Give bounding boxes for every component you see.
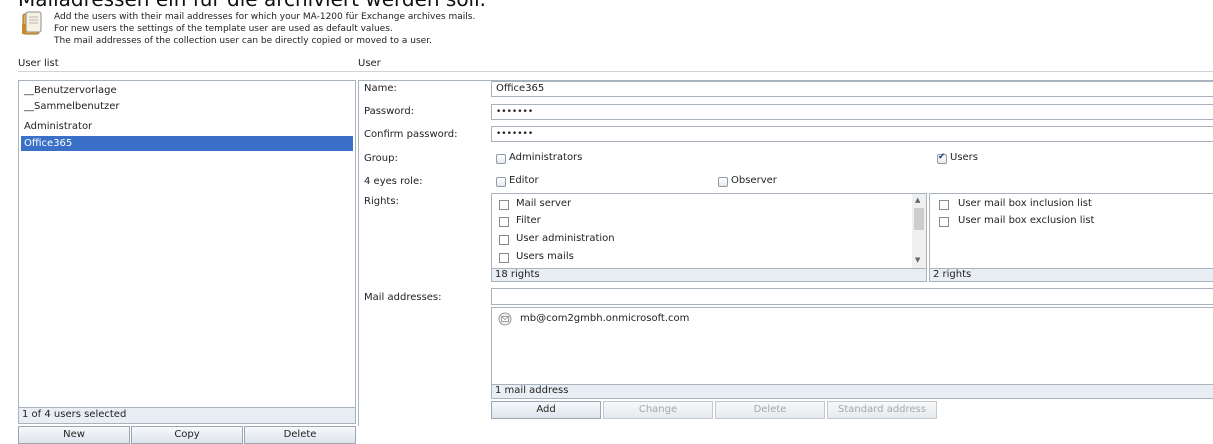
notebook-icon: [20, 10, 44, 36]
mail-server-checkbox[interactable]: [499, 200, 509, 210]
section-divider: [18, 71, 1213, 72]
users-checkbox[interactable]: [937, 152, 947, 164]
filter-label: Filter: [516, 215, 541, 226]
envelope-icon: [498, 312, 512, 326]
inclusion-list-label: User mail box inclusion list: [958, 198, 1092, 209]
observer-checkbox[interactable]: [718, 177, 728, 187]
user-section-title: User: [358, 58, 381, 69]
rights-list[interactable]: Mail server Filter User administration U…: [491, 193, 927, 269]
exclusion-list-label: User mail box exclusion list: [958, 215, 1095, 226]
user-administration-label: User administration: [516, 233, 615, 244]
mail-address-list[interactable]: mb@com2gmbh.onmicrosoft.com: [491, 307, 1213, 385]
mail-addresses-label: Mail addresses:: [364, 292, 442, 303]
extra-rights-count: 2 rights: [929, 269, 1213, 282]
rights-count: 18 rights: [491, 269, 927, 282]
list-item-sammelbenutzer[interactable]: __Sammelbenutzer: [21, 99, 353, 114]
delete-user-button[interactable]: Delete: [244, 426, 356, 444]
observer-checkbox-label: Observer: [731, 175, 777, 186]
exclusion-list-checkbox[interactable]: [939, 217, 949, 227]
user-list[interactable]: __Benutzervorlage __Sammelbenutzer Admin…: [18, 80, 356, 408]
new-user-button[interactable]: New: [18, 426, 130, 444]
password-label: Password:: [364, 106, 415, 117]
extra-rights-list[interactable]: User mail box inclusion list User mail b…: [929, 193, 1213, 269]
list-item-office365[interactable]: Office365: [21, 136, 353, 151]
delete-mail-button[interactable]: Delete: [715, 401, 825, 419]
rights-label: Rights:: [364, 196, 399, 207]
filter-checkbox[interactable]: [499, 217, 509, 227]
mail-address-input[interactable]: [491, 288, 1213, 305]
info-line-3: The mail addresses of the collection use…: [54, 36, 432, 46]
administrators-checkbox-label: Administrators: [509, 152, 583, 163]
name-label: Name:: [364, 83, 397, 94]
cut-off-heading: Mailadressen ein für die archiviert werd…: [18, 0, 486, 11]
standard-address-button[interactable]: Standard address: [827, 401, 937, 419]
change-mail-button[interactable]: Change: [603, 401, 713, 419]
inclusion-list-checkbox[interactable]: [939, 200, 949, 210]
info-line-1: Add the users with their mail addresses …: [54, 12, 476, 22]
user-list-title: User list: [18, 58, 59, 69]
administrators-checkbox[interactable]: [496, 154, 506, 164]
add-mail-button[interactable]: Add: [491, 401, 601, 419]
user-list-status: 1 of 4 users selected: [18, 408, 356, 424]
list-item-administrator[interactable]: Administrator: [21, 119, 353, 134]
users-checkbox-label: Users: [950, 152, 979, 163]
scroll-down-icon[interactable]: ▼: [915, 256, 920, 264]
user-administration-checkbox[interactable]: [499, 235, 509, 245]
mail-address-item[interactable]: mb@com2gmbh.onmicrosoft.com: [520, 313, 689, 324]
copy-user-button[interactable]: Copy: [131, 426, 243, 444]
confirm-password-field[interactable]: •••••••: [491, 126, 1213, 142]
rights-scrollbar[interactable]: ▲ ▼: [912, 194, 926, 268]
editor-checkbox[interactable]: [496, 177, 506, 187]
mail-count: 1 mail address: [491, 385, 1213, 399]
rights-scroll-thumb[interactable]: [914, 208, 924, 230]
info-line-2: For new users the settings of the templa…: [54, 24, 393, 34]
users-mails-label: Users mails: [516, 251, 574, 262]
editor-checkbox-label: Editor: [509, 175, 539, 186]
scroll-up-icon[interactable]: ▲: [915, 196, 920, 204]
password-field[interactable]: •••••••: [491, 104, 1213, 120]
list-item-benutzervorlage[interactable]: __Benutzervorlage: [21, 83, 353, 98]
eyes-role-label: 4 eyes role:: [364, 176, 423, 187]
confirm-password-label: Confirm password:: [364, 129, 458, 140]
name-field[interactable]: Office365: [491, 81, 1213, 97]
group-label: Group:: [364, 153, 398, 164]
mail-server-label: Mail server: [516, 198, 572, 209]
users-mails-checkbox[interactable]: [499, 253, 509, 263]
